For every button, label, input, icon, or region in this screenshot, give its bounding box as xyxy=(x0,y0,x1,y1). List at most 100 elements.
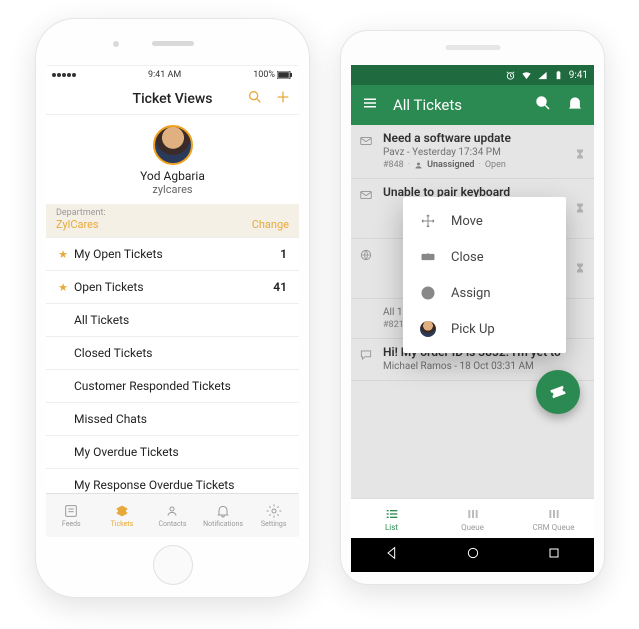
view-count: 1 xyxy=(280,247,287,261)
android-nav-bar xyxy=(351,538,594,572)
android-status-bar: 9:41 xyxy=(351,65,594,85)
feeds-icon xyxy=(63,503,79,519)
ios-navbar: Ticket Views xyxy=(46,83,299,115)
department-bar: Department: ZylCares Change xyxy=(46,204,299,238)
avatar xyxy=(153,125,193,165)
tab-list[interactable]: List xyxy=(351,499,432,538)
tab-label: Notifications xyxy=(203,520,243,528)
list-icon xyxy=(384,506,400,522)
view-row[interactable]: Closed Tickets xyxy=(46,337,299,370)
view-label: Customer Responded Tickets xyxy=(74,379,231,393)
battery-icon xyxy=(277,71,293,79)
menu-item-close[interactable]: Close xyxy=(403,239,566,275)
tab-queue[interactable]: Queue xyxy=(432,499,513,538)
menu-item-label: Pick Up xyxy=(451,322,495,337)
view-row[interactable]: All Tickets xyxy=(46,304,299,337)
page-title: Ticket Views xyxy=(133,91,213,107)
view-row[interactable]: Missed Chats xyxy=(46,403,299,436)
tab-notifications[interactable]: Notifications xyxy=(198,494,249,537)
tab-label: Feeds xyxy=(62,520,81,528)
profile-block[interactable]: Yod Agbaria zylcares xyxy=(46,115,299,204)
signal-dots-icon xyxy=(52,73,76,77)
search-icon[interactable] xyxy=(247,89,263,109)
iphone-frame: 9:41 AM 100% Ticket Views Yod Agbaria zy… xyxy=(35,18,310,598)
bell-icon[interactable] xyxy=(566,94,584,116)
search-icon[interactable] xyxy=(534,94,552,116)
star-icon: ★ xyxy=(58,281,68,294)
android-appbar: All Tickets xyxy=(351,85,594,125)
close-ticket-icon xyxy=(419,249,437,265)
tab-contacts[interactable]: Contacts xyxy=(147,494,198,537)
signal-icon xyxy=(537,70,548,81)
camera-dot xyxy=(113,41,119,47)
tab-label: Tickets xyxy=(111,520,134,528)
department-label: Department: xyxy=(56,208,106,218)
appbar-title: All Tickets xyxy=(393,96,520,114)
view-row[interactable]: My Overdue Tickets xyxy=(46,436,299,469)
view-row[interactable]: Customer Responded Tickets xyxy=(46,370,299,403)
view-label: All Tickets xyxy=(74,313,129,327)
view-row[interactable]: ★ My Open Tickets 1 xyxy=(46,238,299,271)
menu-item-move[interactable]: Move xyxy=(403,203,566,239)
view-label: Open Tickets xyxy=(74,280,144,294)
view-label: My Open Tickets xyxy=(74,247,163,261)
menu-icon[interactable] xyxy=(361,94,379,116)
tab-label: CRM Queue xyxy=(533,523,575,532)
change-department-button[interactable]: Change xyxy=(252,218,289,231)
menu-item-label: Move xyxy=(451,214,483,229)
tickets-icon xyxy=(114,503,130,519)
speaker-slot xyxy=(445,45,500,50)
crm-queue-icon xyxy=(546,506,562,522)
view-label: My Response Overdue Tickets xyxy=(74,478,234,492)
tab-settings[interactable]: Settings xyxy=(248,494,299,537)
menu-item-label: Assign xyxy=(451,286,491,301)
view-row[interactable]: My Response Overdue Tickets xyxy=(46,469,299,493)
speaker-slot xyxy=(152,41,194,46)
ticket-list[interactable]: Need a software update Pavz - Yesterday … xyxy=(351,125,594,498)
menu-item-pickup[interactable]: Pick Up xyxy=(403,311,566,347)
battery-icon xyxy=(553,70,564,81)
move-icon xyxy=(419,213,437,229)
alarm-icon xyxy=(505,70,516,81)
add-icon[interactable] xyxy=(275,89,291,109)
android-bottom-tabs: List Queue CRM Queue xyxy=(351,498,594,538)
bell-icon xyxy=(215,503,231,519)
ticket-action-menu: Move Close Assign Pick Up xyxy=(403,197,566,353)
gear-icon xyxy=(266,503,282,519)
home-button[interactable] xyxy=(153,545,193,585)
tab-tickets[interactable]: Tickets xyxy=(97,494,148,537)
tab-label: Queue xyxy=(461,523,484,532)
star-icon: ★ xyxy=(58,248,68,261)
tab-label: Settings xyxy=(261,520,287,528)
views-list[interactable]: ★ My Open Tickets 1 ★ Open Tickets 41 All … xyxy=(46,238,299,493)
pickup-avatar-icon xyxy=(419,321,437,337)
ios-screen: 9:41 AM 100% Ticket Views Yod Agbaria zy… xyxy=(46,65,299,537)
view-count: 41 xyxy=(273,280,287,294)
department-value: ZylCares xyxy=(56,218,99,231)
menu-item-label: Close xyxy=(451,250,484,265)
menu-item-assign[interactable]: Assign xyxy=(403,275,566,311)
assign-icon xyxy=(419,285,437,301)
view-label: My Overdue Tickets xyxy=(74,445,179,459)
queue-icon xyxy=(465,506,481,522)
ios-tabbar: Feeds Tickets Contacts Notifications Set… xyxy=(46,493,299,537)
contacts-icon xyxy=(164,503,180,519)
home-icon[interactable] xyxy=(465,545,481,565)
ticket-plus-icon xyxy=(548,382,568,402)
compose-fab[interactable] xyxy=(536,370,580,414)
tab-crm-queue[interactable]: CRM Queue xyxy=(513,499,594,538)
clock: 9:41 AM xyxy=(148,70,181,80)
profile-name: Yod Agbaria xyxy=(46,169,299,183)
view-label: Closed Tickets xyxy=(74,346,152,360)
wifi-icon xyxy=(521,70,532,81)
recents-icon[interactable] xyxy=(546,545,562,565)
android-screen: 9:41 All Tickets Need a software update … xyxy=(351,65,594,572)
battery-percent: 100% xyxy=(253,70,275,80)
view-label: Missed Chats xyxy=(74,412,147,426)
back-icon[interactable] xyxy=(384,545,400,565)
tab-feeds[interactable]: Feeds xyxy=(46,494,97,537)
tab-label: Contacts xyxy=(158,520,186,528)
ios-status-bar: 9:41 AM 100% xyxy=(46,66,299,83)
view-row[interactable]: ★ Open Tickets 41 xyxy=(46,271,299,304)
profile-org: zylcares xyxy=(46,183,299,196)
